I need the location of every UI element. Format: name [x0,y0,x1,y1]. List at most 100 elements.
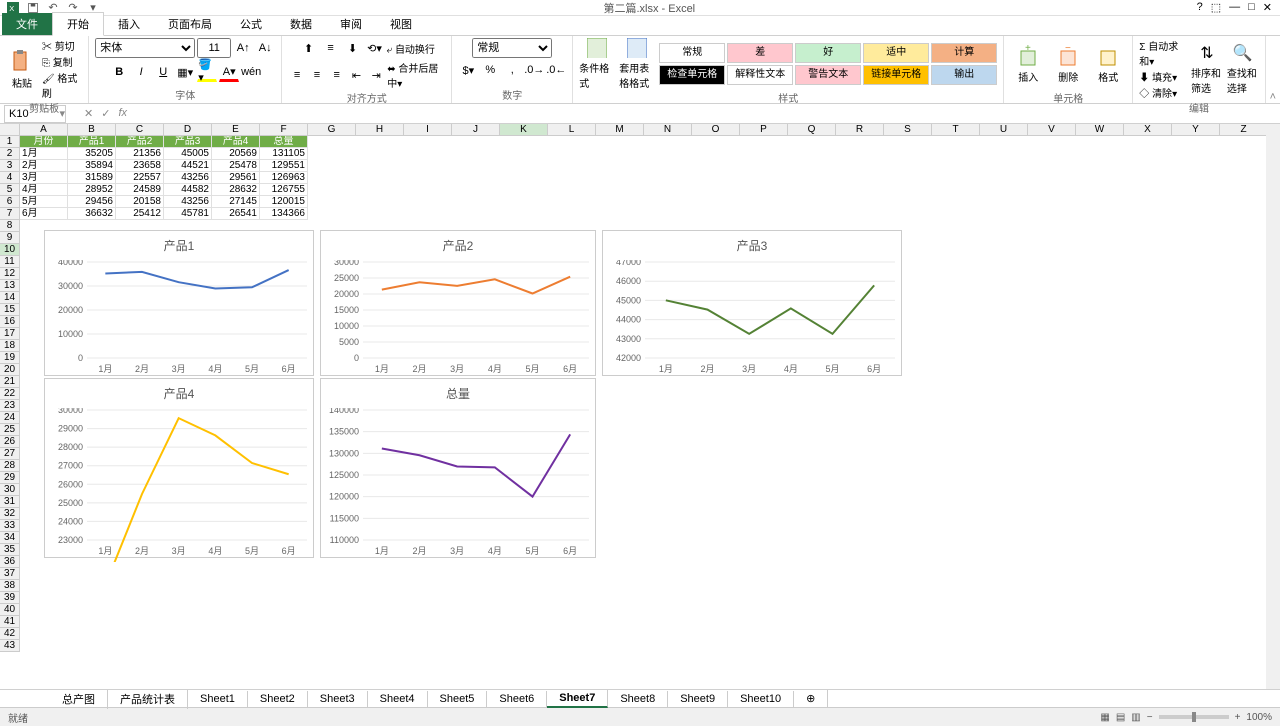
currency-icon[interactable]: $▾ [458,60,478,80]
col-header[interactable]: U [980,124,1028,136]
formula-input[interactable] [135,105,1280,123]
find-select-button[interactable]: 🔍查找和选择 [1227,43,1259,95]
comma-icon[interactable]: , [502,60,522,80]
cell[interactable]: 28952 [68,184,116,196]
view-layout-icon[interactable]: ▤ [1116,712,1125,723]
col-header[interactable]: Q [788,124,836,136]
select-all-corner[interactable] [0,124,20,136]
cell[interactable]: 25478 [212,160,260,172]
col-header[interactable]: Y [1172,124,1220,136]
row-header[interactable]: 1 [0,136,20,148]
row-header[interactable]: 6 [0,196,20,208]
menu-tab-5[interactable]: 数据 [276,13,326,35]
row-header[interactable]: 9 [0,232,20,244]
row-header[interactable]: 18 [0,340,20,352]
clear-button[interactable]: ◇ 清除▾ [1139,85,1187,100]
help-icon[interactable]: ? [1197,1,1203,14]
view-normal-icon[interactable]: ▦ [1100,712,1109,723]
increase-decimal-icon[interactable]: .0→ [524,60,544,80]
cell[interactable]: 31589 [68,172,116,184]
cell[interactable]: 1月 [20,148,68,160]
col-header[interactable]: E [212,124,260,136]
cell[interactable]: 36632 [68,208,116,220]
ribbon-options-icon[interactable]: ⬚ [1211,1,1221,14]
column-headers[interactable]: ABCDEFGHIJKLMNOPQRSTUVWXYZ [20,124,1268,136]
vertical-scrollbar[interactable] [1266,124,1280,689]
row-header[interactable]: 4 [0,172,20,184]
delete-cells-button[interactable]: −删除 [1050,38,1086,90]
sheet-tab[interactable]: Sheet8 [608,691,668,707]
row-header[interactable]: 39 [0,592,20,604]
cell[interactable]: 产品3 [164,136,212,148]
format-cells-button[interactable]: 格式 [1090,38,1126,90]
font-size-input[interactable] [197,38,231,58]
cell[interactable]: 29456 [68,196,116,208]
row-header[interactable]: 2 [0,148,20,160]
row-header[interactable]: 7 [0,208,20,220]
col-header[interactable]: K [500,124,548,136]
row-header[interactable]: 42 [0,628,20,640]
copy-button[interactable]: ⎘ 复制 [42,54,82,69]
font-name-select[interactable]: 宋体 [95,38,195,58]
style-cell[interactable]: 链接单元格 [863,65,929,85]
row-header[interactable]: 22 [0,388,20,400]
cut-button[interactable]: ✂ 剪切 [42,38,82,53]
row-header[interactable]: 43 [0,640,20,652]
style-cell[interactable]: 常规 [659,43,725,63]
menu-tab-0[interactable]: 文件 [2,13,52,35]
row-header[interactable]: 28 [0,460,20,472]
col-header[interactable]: W [1076,124,1124,136]
col-header[interactable]: O [692,124,740,136]
cell[interactable]: 131105 [260,148,308,160]
cell[interactable]: 4月 [20,184,68,196]
row-header[interactable]: 16 [0,316,20,328]
format-as-table-button[interactable]: 套用表格格式 [619,38,655,90]
font-color-button[interactable]: A▾ [219,62,239,82]
sort-filter-button[interactable]: ⇅排序和筛选 [1191,43,1223,95]
autosum-button[interactable]: Σ 自动求和▾ [1139,38,1187,68]
zoom-in-icon[interactable]: + [1235,712,1241,723]
row-header[interactable]: 3 [0,160,20,172]
sheet-tab[interactable]: Sheet1 [188,691,248,707]
new-sheet-button[interactable]: ⊕ [794,690,828,707]
decrease-indent-icon[interactable]: ⇤ [348,65,366,85]
fx-icon[interactable]: fx [118,107,127,120]
style-cell[interactable]: 差 [727,43,793,63]
row-header[interactable]: 41 [0,616,20,628]
collapse-ribbon-icon[interactable]: ˄ [1266,36,1280,103]
italic-button[interactable]: I [131,62,151,82]
row-header[interactable]: 30 [0,484,20,496]
sheet-tab[interactable]: Sheet5 [428,691,488,707]
cell[interactable]: 43256 [164,196,212,208]
cell[interactable]: 5月 [20,196,68,208]
underline-button[interactable]: U [153,62,173,82]
row-header[interactable]: 17 [0,328,20,340]
sheet-tab[interactable]: Sheet2 [248,691,308,707]
menu-tab-1[interactable]: 开始 [52,12,104,36]
cell[interactable]: 126755 [260,184,308,196]
menu-tab-6[interactable]: 审阅 [326,13,376,35]
sheet-tab[interactable]: Sheet3 [308,691,368,707]
close-icon[interactable]: ✕ [1263,1,1272,14]
zoom-level[interactable]: 100% [1246,712,1272,723]
col-header[interactable]: A [20,124,68,136]
zoom-slider[interactable] [1159,715,1229,719]
cell[interactable]: 129551 [260,160,308,172]
col-header[interactable]: N [644,124,692,136]
merge-button[interactable]: ⬌ 合并后居中▾ [387,60,445,90]
cell[interactable]: 产品4 [212,136,260,148]
cell[interactable]: 35894 [68,160,116,172]
col-header[interactable]: G [308,124,356,136]
cell[interactable]: 29561 [212,172,260,184]
cell[interactable]: 3月 [20,172,68,184]
fill-color-button[interactable]: 🪣▾ [197,62,217,82]
sheet-tab[interactable]: 总产图 [50,689,108,709]
cell[interactable]: 21356 [116,148,164,160]
zoom-out-icon[interactable]: − [1147,712,1153,723]
minimize-icon[interactable]: — [1229,1,1240,14]
row-header[interactable]: 27 [0,448,20,460]
align-center-icon[interactable]: ≡ [308,65,326,85]
row-header[interactable]: 12 [0,268,20,280]
cell[interactable]: 22557 [116,172,164,184]
col-header[interactable]: C [116,124,164,136]
